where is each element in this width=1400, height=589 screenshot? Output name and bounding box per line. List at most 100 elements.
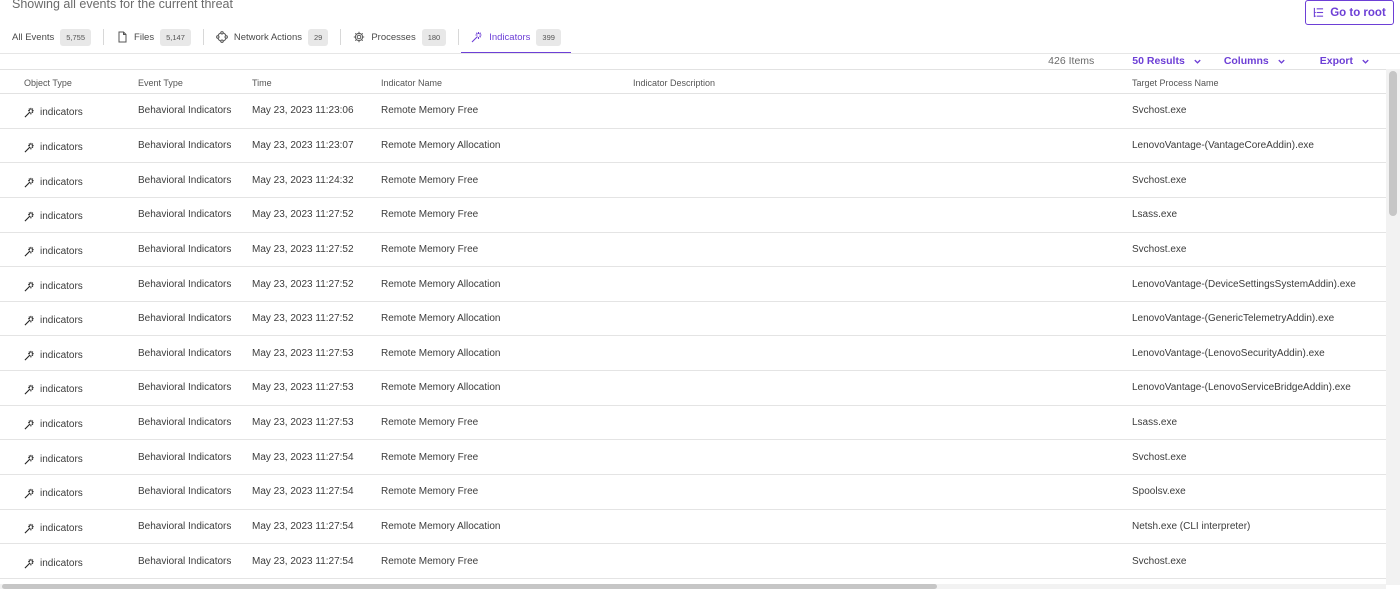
cell-event-type: Behavioral Indicators xyxy=(138,105,232,117)
object-type-text: indicators xyxy=(40,211,83,223)
indicator-icon xyxy=(24,315,35,326)
cell-target-process: Svchost.exe xyxy=(1132,174,1187,186)
cell-object-type: indicators xyxy=(24,304,83,338)
object-type-text: indicators xyxy=(40,453,83,465)
events-table: Object Type Event Type Time Indicator Na… xyxy=(0,69,1386,579)
cell-object-type: indicators xyxy=(24,546,83,580)
items-count: 426 Items xyxy=(1048,55,1095,67)
tab-label: All Events xyxy=(12,31,55,43)
tab-label: Network Actions xyxy=(233,31,302,43)
table-header: Object Type Event Type Time Indicator Na… xyxy=(0,69,1386,94)
object-type-text: indicators xyxy=(40,419,83,431)
cell-object-type: indicators xyxy=(24,235,83,269)
cell-time: May 23, 2023 11:27:54 xyxy=(252,451,354,463)
object-type-text: indicators xyxy=(40,280,83,292)
cell-time: May 23, 2023 11:27:52 xyxy=(252,278,354,290)
vertical-scrollbar-thumb[interactable] xyxy=(1389,71,1397,216)
cell-event-type: Behavioral Indicators xyxy=(138,313,232,325)
horizontal-scrollbar-thumb[interactable] xyxy=(2,584,937,589)
table-row[interactable]: indicators Behavioral Indicators May 23,… xyxy=(0,510,1386,545)
cell-time: May 23, 2023 11:24:32 xyxy=(252,174,354,186)
cell-object-type: indicators xyxy=(24,200,83,234)
columns-dropdown[interactable]: Columns xyxy=(1224,55,1286,67)
column-header-target-process-name[interactable]: Target Process Name xyxy=(1132,70,1219,95)
cell-target-process: LenovoVantage-(GenericTelemetryAddin).ex… xyxy=(1132,313,1335,325)
cell-indicator-name: Remote Memory Free xyxy=(381,417,479,429)
count-badge: 5,147 xyxy=(160,28,191,46)
network-icon xyxy=(215,31,228,43)
cell-target-process: Svchost.exe xyxy=(1132,105,1187,117)
column-header-object-type[interactable]: Object Type xyxy=(24,70,72,95)
tab-network-actions[interactable]: Network Actions 29 xyxy=(204,20,340,54)
cell-object-type: indicators xyxy=(24,442,83,476)
cell-object-type: indicators xyxy=(24,512,83,546)
table-row[interactable]: indicators Behavioral Indicators May 23,… xyxy=(0,475,1386,510)
cell-event-type: Behavioral Indicators xyxy=(138,555,232,567)
export-dropdown[interactable]: Export xyxy=(1320,55,1370,67)
vertical-scrollbar[interactable] xyxy=(1386,69,1400,585)
cell-indicator-name: Remote Memory Free xyxy=(381,451,479,463)
table-row[interactable]: indicators Behavioral Indicators May 23,… xyxy=(0,129,1386,164)
indicator-icon xyxy=(24,384,35,395)
table-row[interactable]: indicators Behavioral Indicators May 23,… xyxy=(0,440,1386,476)
cell-target-process: Svchost.exe xyxy=(1132,555,1187,567)
tab-indicators[interactable]: Indicators 399 xyxy=(459,20,573,54)
export-label: Export xyxy=(1319,55,1353,67)
cell-indicator-name: Remote Memory Free xyxy=(381,486,479,498)
indicator-icon xyxy=(24,246,35,257)
column-title: Target Process Name xyxy=(1132,77,1219,88)
table-row[interactable]: indicators Behavioral Indicators May 23,… xyxy=(0,94,1386,129)
cell-time: May 23, 2023 11:27:53 xyxy=(252,347,354,359)
indicator-icon xyxy=(24,350,35,361)
count-badge: 5,755 xyxy=(60,28,92,46)
column-header-indicator-name[interactable]: Indicator Name xyxy=(381,70,442,95)
table-row[interactable]: indicators Behavioral Indicators May 23,… xyxy=(0,371,1386,406)
table-row[interactable]: indicators Behavioral Indicators May 23,… xyxy=(0,233,1386,268)
tab-all-events[interactable]: All Events 5,755 xyxy=(0,20,103,54)
column-header-event-type[interactable]: Event Type xyxy=(138,70,183,95)
table-row[interactable]: indicators Behavioral Indicators May 23,… xyxy=(0,544,1386,579)
cell-object-type: indicators xyxy=(24,373,83,407)
table-row[interactable]: indicators Behavioral Indicators May 23,… xyxy=(0,406,1386,441)
column-title: Indicator Name xyxy=(381,77,443,88)
horizontal-scrollbar[interactable] xyxy=(0,584,1386,589)
cell-target-process: Lsass.exe xyxy=(1132,417,1178,429)
cell-indicator-name: Remote Memory Free xyxy=(381,105,479,117)
column-header-indicator-description[interactable]: Indicator Description xyxy=(633,70,715,95)
column-title: Object Type xyxy=(24,77,72,88)
cell-object-type: indicators xyxy=(24,165,83,199)
table-row[interactable]: indicators Behavioral Indicators May 23,… xyxy=(0,267,1386,302)
cell-target-process: Spoolsv.exe xyxy=(1132,486,1186,498)
column-header-time[interactable]: Time xyxy=(252,70,272,95)
go-to-root-button[interactable]: Go to root xyxy=(1305,0,1394,25)
indicator-icon xyxy=(24,142,35,153)
cell-time: May 23, 2023 11:27:53 xyxy=(252,382,354,394)
cell-target-process: LenovoVantage-(VantageCoreAddin).exe xyxy=(1132,139,1314,151)
table-row[interactable]: indicators Behavioral Indicators May 23,… xyxy=(0,163,1386,198)
column-title: Event Type xyxy=(138,77,183,88)
indicator-icon xyxy=(24,558,35,569)
tab-processes[interactable]: Processes 180 xyxy=(341,20,458,54)
tab-files[interactable]: Files 5,147 xyxy=(104,20,203,54)
results-per-page-dropdown[interactable]: 50 Results xyxy=(1132,55,1202,67)
go-to-root-label: Go to root xyxy=(1330,6,1386,19)
table-row[interactable]: indicators Behavioral Indicators May 23,… xyxy=(0,302,1386,337)
cell-target-process: LenovoVantage-(DeviceSettingsSystemAddin… xyxy=(1132,278,1356,290)
object-type-text: indicators xyxy=(40,176,83,188)
table-row[interactable]: indicators Behavioral Indicators May 23,… xyxy=(0,336,1386,372)
cell-target-process: Svchost.exe xyxy=(1132,243,1187,255)
table-toolbar: 426 Items 50 Results Columns Export xyxy=(1048,53,1370,69)
gear-icon xyxy=(353,31,365,43)
table-row[interactable]: indicators Behavioral Indicators May 23,… xyxy=(0,198,1386,233)
cell-time: May 23, 2023 11:23:06 xyxy=(252,105,354,117)
indicator-icon xyxy=(24,107,35,118)
object-type-text: indicators xyxy=(40,523,83,534)
cell-object-type: indicators xyxy=(24,96,83,130)
cell-indicator-name: Remote Memory Allocation xyxy=(381,382,501,394)
cell-event-type: Behavioral Indicators xyxy=(138,278,232,290)
object-type-text: indicators xyxy=(40,315,83,327)
column-title: Time xyxy=(252,77,272,88)
cell-event-type: Behavioral Indicators xyxy=(138,139,232,151)
event-type-tabs: All Events 5,755 Files 5,147 Network Act… xyxy=(0,20,573,54)
cell-event-type: Behavioral Indicators xyxy=(138,347,232,359)
